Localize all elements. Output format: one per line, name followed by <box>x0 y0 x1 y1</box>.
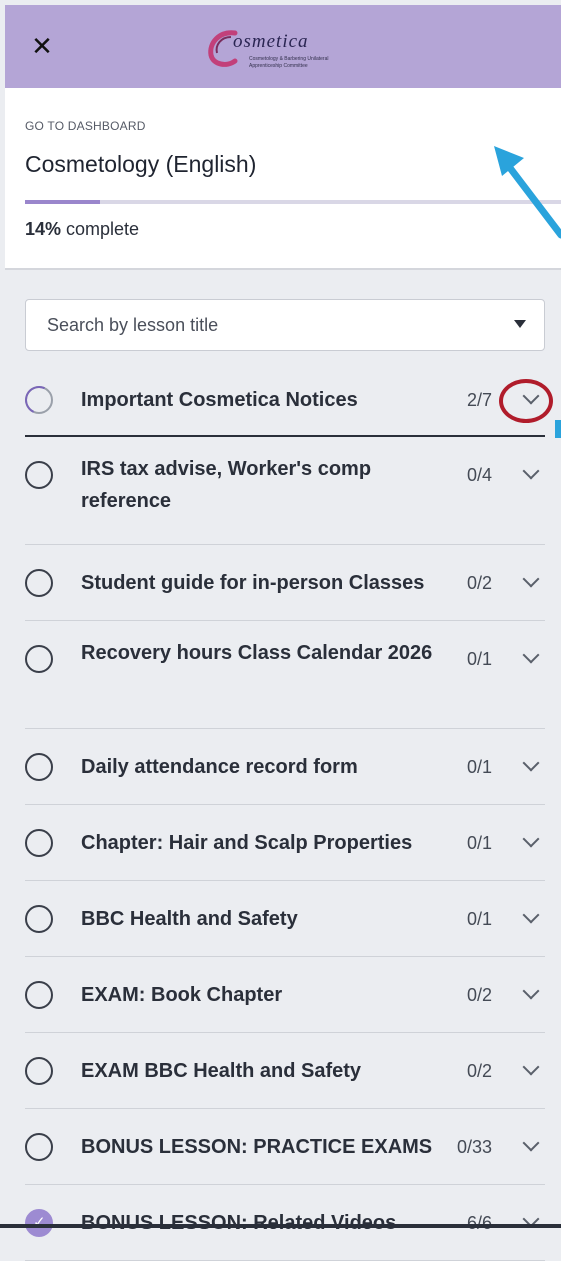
lesson-row[interactable]: Recovery hours Class Calendar 2026 0/1 <box>25 621 545 729</box>
go-to-dashboard-link[interactable]: GO TO DASHBOARD <box>25 119 146 133</box>
chevron-down-icon[interactable] <box>522 982 540 1000</box>
chevron-down-icon[interactable] <box>522 754 540 772</box>
lesson-title: BONUS LESSON: Related Videos <box>81 1212 397 1234</box>
completion-status-icon <box>25 753 53 781</box>
lesson-title: EXAM: Book Chapter <box>81 984 283 1006</box>
lesson-title: BBC Health and Safety <box>81 908 298 930</box>
lesson-progress-count: 0/1 <box>466 833 492 853</box>
close-icon[interactable]: ✕ <box>27 32 57 62</box>
chevron-down-icon[interactable] <box>522 830 540 848</box>
lesson-row[interactable]: IRS tax advise, Worker's comp reference 0… <box>25 437 545 545</box>
lesson-title: EXAM BBC Health and Safety <box>81 1060 362 1082</box>
top-bar: ✕ osmetica Cosmetology & Barbering Unila… <box>5 5 561 88</box>
lesson-row[interactable]: BBC Health and Safety 0/1 <box>25 881 545 957</box>
completion-status-icon <box>25 645 53 673</box>
completion-status-icon <box>25 829 53 857</box>
lesson-progress-count: 0/1 <box>466 649 492 669</box>
lesson-progress-count: 0/2 <box>466 985 492 1005</box>
lesson-title: Important Cosmetica Notices <box>81 388 358 411</box>
lesson-progress-count: 0/33 <box>456 1137 492 1157</box>
lesson-list: Important Cosmetica Notices 2/7 IRS tax ad… <box>25 362 561 1261</box>
lesson-row[interactable]: EXAM: Book Chapter 0/2 <box>25 957 545 1033</box>
chevron-down-icon[interactable] <box>522 570 540 588</box>
lesson-title: Daily attendance record form <box>81 756 358 778</box>
course-title: Cosmetology (English) <box>25 151 257 177</box>
completion-status-icon <box>25 1057 53 1085</box>
lesson-progress-count: 0/2 <box>466 573 492 593</box>
progress-bar <box>25 200 561 204</box>
completion-status-icon <box>25 569 53 597</box>
lesson-title: BONUS LESSON: PRACTICE EXAMS <box>81 1136 433 1158</box>
chevron-down-icon[interactable] <box>522 1058 540 1076</box>
progress-bar-fill <box>25 200 101 204</box>
completion-status-icon <box>25 981 53 1009</box>
logo-tagline: Apprenticeship Committee <box>249 63 308 69</box>
progress-percent: 14% <box>25 219 62 239</box>
lesson-row[interactable]: Important Cosmetica Notices 2/7 <box>25 362 545 437</box>
completion-status-icon <box>25 905 53 933</box>
progress-label: 14% complete <box>25 219 139 240</box>
lesson-row[interactable]: Chapter: Hair and Scalp Properties 0/1 <box>25 805 545 881</box>
logo-wordmark: osmetica <box>233 31 309 52</box>
bottom-edge <box>0 1224 561 1228</box>
lesson-progress-count: 0/1 <box>466 757 492 777</box>
lesson-progress-count: 2/7 <box>466 389 492 410</box>
lesson-row[interactable]: BONUS LESSON: PRACTICE EXAMS 0/33 <box>25 1109 545 1185</box>
lesson-title: Student guide for in-person Classes <box>81 572 425 594</box>
completion-status-icon <box>25 385 53 414</box>
lesson-row[interactable]: Student guide for in-person Classes 0/2 <box>25 545 545 621</box>
search-input[interactable] <box>47 315 487 336</box>
lesson-row[interactable]: Daily attendance record form 0/1 <box>25 729 545 805</box>
cosmetica-logo: osmetica Cosmetology & Barbering Unilate… <box>205 23 377 79</box>
lesson-row[interactable]: BONUS LESSON: Related Videos6/6 <box>25 1185 545 1261</box>
lesson-progress-count: 0/4 <box>466 465 492 485</box>
chevron-down-icon[interactable] <box>522 387 540 404</box>
completion-status-icon <box>25 461 53 489</box>
chevron-down-icon[interactable] <box>522 462 540 480</box>
completion-status-icon <box>25 1133 53 1161</box>
chevron-down-icon[interactable] <box>522 1134 540 1152</box>
lesson-title: Chapter: Hair and Scalp Properties <box>81 832 413 854</box>
lesson-title: IRS tax advise, Worker's comp reference <box>81 458 372 512</box>
course-header: GO TO DASHBOARD Cosmetology (English) 14… <box>5 88 561 270</box>
lesson-search[interactable] <box>25 299 545 351</box>
lesson-progress-count: 0/1 <box>466 909 492 929</box>
dropdown-caret-icon[interactable] <box>514 320 526 328</box>
lesson-row[interactable]: EXAM BBC Health and Safety 0/2 <box>25 1033 545 1109</box>
completion-status-icon <box>25 1209 53 1237</box>
chevron-down-icon[interactable] <box>522 906 540 924</box>
lesson-progress-count: 0/2 <box>466 1061 492 1081</box>
progress-suffix: complete <box>61 219 140 239</box>
chevron-down-icon[interactable] <box>522 646 540 664</box>
logo-tagline: Cosmetology & Barbering Unilateral <box>249 56 329 62</box>
lesson-title: Recovery hours Class Calendar 2026 <box>81 642 433 664</box>
